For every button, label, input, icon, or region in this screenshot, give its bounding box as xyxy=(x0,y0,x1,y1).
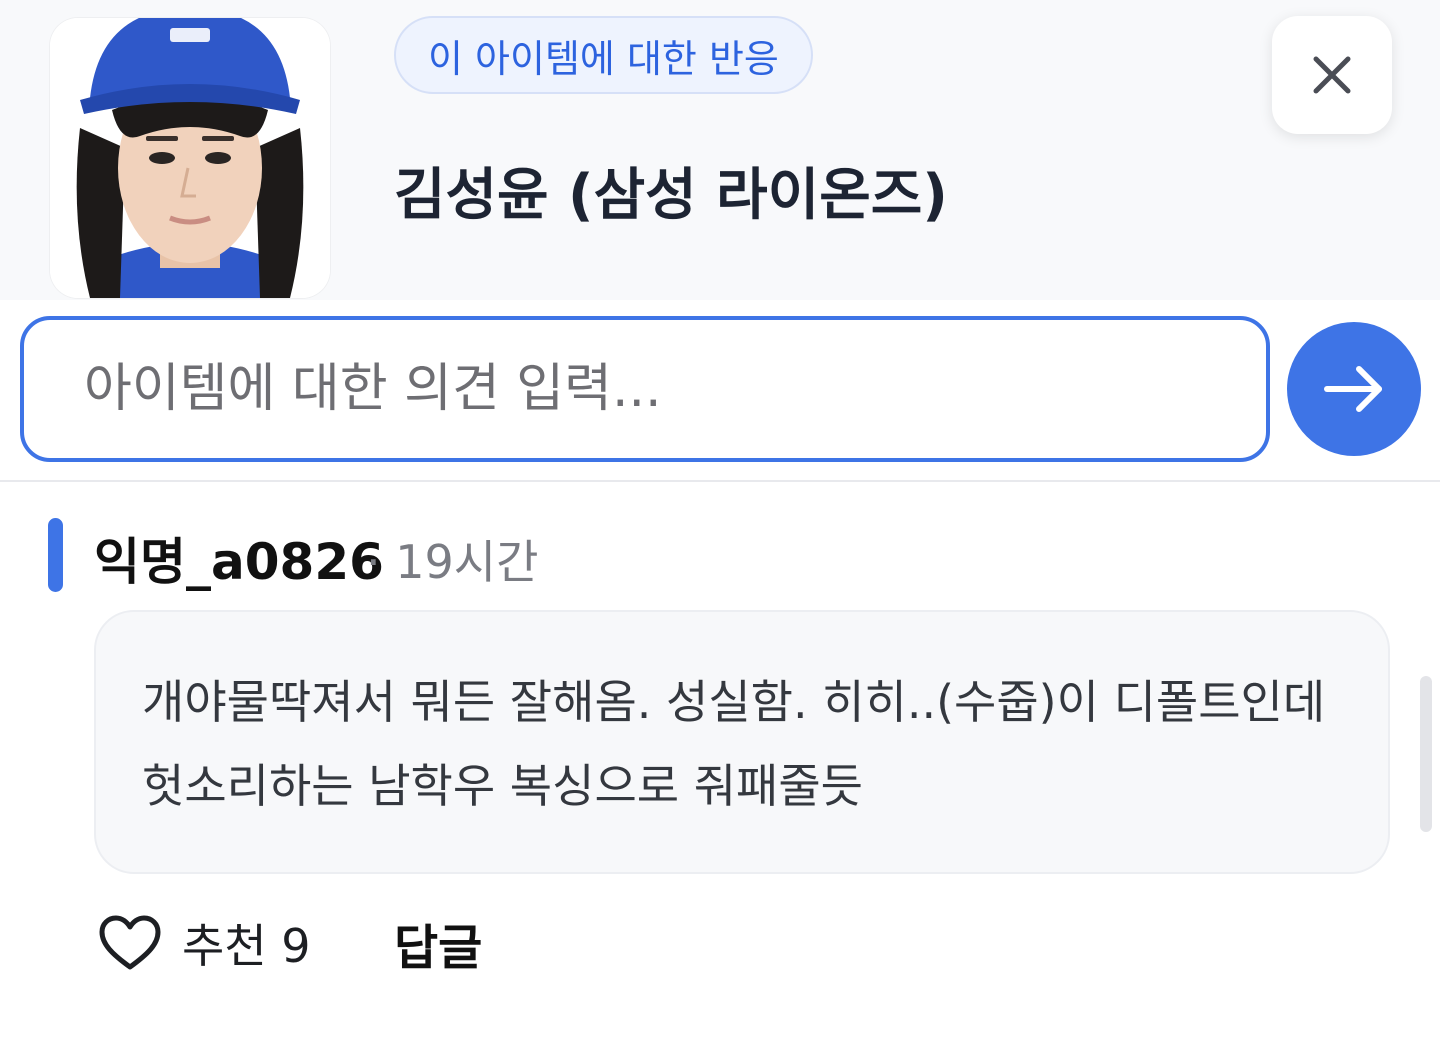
send-button[interactable] xyxy=(1287,322,1421,456)
comment-accent-bar xyxy=(48,518,63,592)
close-icon xyxy=(1313,56,1351,94)
like-count-label: 추천 9 xyxy=(182,919,311,973)
heart-icon xyxy=(99,915,161,970)
like-button[interactable]: 추천 9 xyxy=(98,908,311,978)
close-button[interactable] xyxy=(1272,16,1392,134)
item-reaction-tag: 이 아이템에 대한 반응 xyxy=(394,16,813,94)
player-thumbnail xyxy=(50,18,330,298)
comment-author: 익명_a0826 xyxy=(94,533,384,591)
player-photo-illustration xyxy=(50,18,330,298)
comment-input[interactable] xyxy=(20,316,1270,462)
comment-bubble: 개야물딱져서 뭐든 잘해옴. 성실함. 히히..(수줍)이 디폴트인데 헛소리하… xyxy=(94,610,1390,874)
comment-timestamp: · 19시간 xyxy=(366,535,539,589)
item-header: 이 아이템에 대한 반응 김성윤 (삼성 라이온즈) xyxy=(0,0,1440,300)
arrow-right-icon xyxy=(1324,366,1382,412)
scrollbar[interactable] xyxy=(1420,676,1432,832)
comment-input-row xyxy=(0,300,1440,482)
item-title: 김성윤 (삼성 라이온즈) xyxy=(394,163,948,228)
comment-text: 개야물딱져서 뭐든 잘해옴. 성실함. 히히..(수줍)이 디폴트인데 헛소리하… xyxy=(142,675,1326,813)
item-reactions-panel: 이 아이템에 대한 반응 김성윤 (삼성 라이온즈) 익명_a0826 · 19… xyxy=(0,0,1440,1054)
reply-button[interactable]: 답글 xyxy=(394,908,482,978)
